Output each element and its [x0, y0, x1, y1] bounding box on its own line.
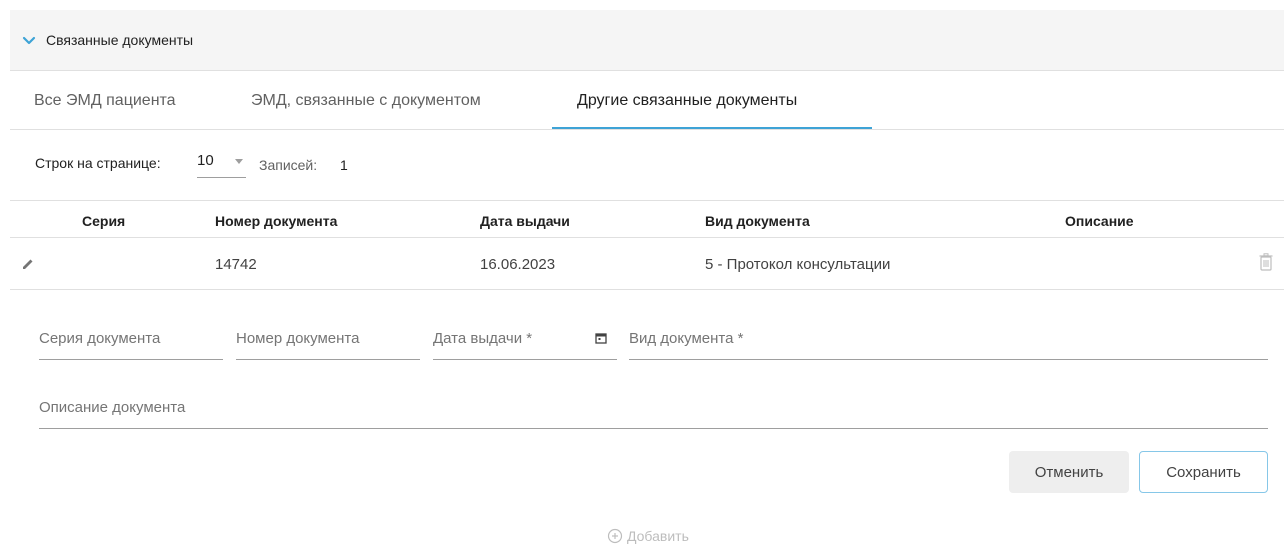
table-header: Серия Номер документа Дата выдачи Вид до… — [10, 200, 1284, 238]
cell-doc-type: 5 - Протокол консультации — [705, 256, 891, 273]
doc-type-field-placeholder: Вид документа * — [629, 330, 744, 347]
calendar-icon[interactable] — [595, 332, 607, 344]
rows-per-page-select[interactable]: 10 — [197, 150, 246, 178]
add-button-label: Добавить — [627, 528, 689, 544]
edit-icon[interactable] — [20, 256, 36, 272]
column-header-series[interactable]: Серия — [82, 213, 125, 229]
series-field[interactable]: Серия документа — [39, 324, 223, 360]
description-field-placeholder: Описание документа — [39, 399, 186, 416]
tab-all-emd[interactable]: Все ЭМД пациента — [34, 72, 176, 130]
column-header-description[interactable]: Описание — [1065, 213, 1134, 229]
tab-linked-emd[interactable]: ЭМД, связанные с документом — [251, 72, 481, 130]
column-header-doc-type[interactable]: Вид документа — [705, 213, 810, 229]
number-field[interactable]: Номер документа — [236, 324, 420, 360]
save-button[interactable]: Сохранить — [1139, 451, 1268, 493]
caret-down-icon — [235, 159, 243, 164]
cell-number: 14742 — [215, 256, 257, 273]
section-title: Связанные документы — [46, 32, 194, 48]
records-label: Записей: — [259, 157, 318, 173]
rows-per-page-value: 10 — [197, 152, 214, 169]
issue-date-field[interactable]: Дата выдачи * — [433, 324, 617, 360]
records-count: 1 — [340, 157, 348, 173]
chevron-down-icon[interactable] — [22, 34, 36, 48]
plus-circle-icon — [607, 528, 623, 544]
column-header-number[interactable]: Номер документа — [215, 213, 337, 229]
number-field-placeholder: Номер документа — [236, 330, 360, 347]
series-field-placeholder: Серия документа — [39, 330, 161, 347]
doc-type-field[interactable]: Вид документа * — [629, 324, 1268, 360]
cancel-button[interactable]: Отменить — [1009, 451, 1129, 493]
column-header-issue-date[interactable]: Дата выдачи — [480, 213, 570, 229]
rows-per-page-label: Строк на странице: — [35, 155, 161, 171]
tab-other-documents[interactable]: Другие связанные документы — [577, 72, 797, 130]
description-field[interactable]: Описание документа — [39, 393, 1268, 429]
active-tab-indicator — [552, 127, 872, 129]
issue-date-field-placeholder: Дата выдачи * — [433, 330, 533, 347]
trash-icon[interactable] — [1259, 253, 1273, 271]
tab-bar: Все ЭМД пациента ЭМД, связанные с докуме… — [10, 72, 1284, 130]
table-row: 14742 16.06.2023 5 - Протокол консультац… — [10, 238, 1284, 290]
section-header[interactable]: Связанные документы — [10, 10, 1284, 71]
cell-issue-date: 16.06.2023 — [480, 256, 556, 273]
add-button[interactable]: Добавить — [607, 528, 689, 544]
